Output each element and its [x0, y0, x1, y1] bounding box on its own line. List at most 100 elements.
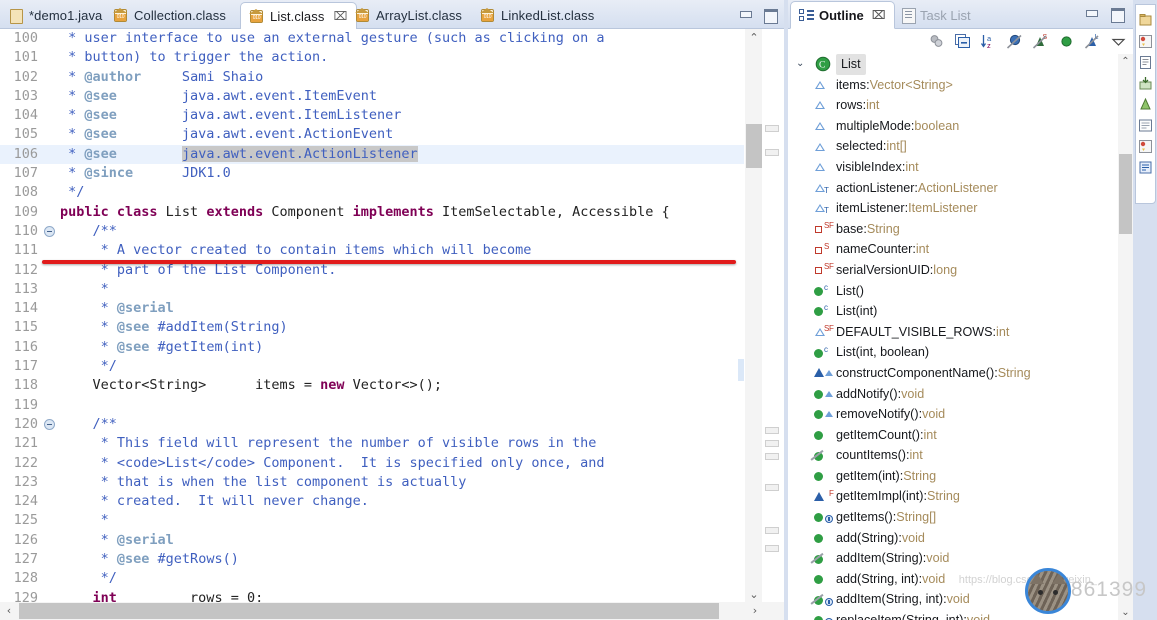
hide-static-members-icon[interactable]: S [1032, 33, 1049, 50]
sort-alphabetically-icon[interactable]: a z [980, 33, 997, 50]
outline-item[interactable]: TactionListener : ActionListener [788, 178, 1133, 199]
code-line[interactable]: 125 * [0, 511, 744, 530]
properties-view-icon[interactable] [1138, 160, 1153, 175]
horizontal-scroll-thumb[interactable] [19, 603, 719, 619]
outline-item[interactable]: replaceItem(String, int) : void [788, 610, 1133, 620]
outline-item[interactable]: S FserialVersionUID : long [788, 260, 1133, 281]
code-line[interactable]: 122 * <code>List</code> Component. It is… [0, 454, 744, 473]
outline-item[interactable]: rows : int [788, 95, 1133, 116]
code-line[interactable]: 105 * @see java.awt.event.ActionEvent [0, 125, 744, 144]
outline-vertical-scrollbar[interactable]: ⌃ ⌄ [1118, 54, 1133, 620]
scroll-down-icon[interactable]: ⌄ [1118, 605, 1133, 620]
outline-item[interactable]: add(String) : void [788, 528, 1133, 549]
collapse-all-icon[interactable] [954, 33, 971, 50]
outline-item[interactable]: S Fbase : String [788, 219, 1133, 240]
outline-item[interactable]: addNotify() : void [788, 384, 1133, 405]
code-line[interactable]: 124 * created. It will never change. [0, 492, 744, 511]
outline-scroll-thumb[interactable] [1119, 154, 1132, 234]
outline-item[interactable]: constructComponentName() : String [788, 363, 1133, 384]
code-line[interactable]: 123 * that is when the list component is… [0, 473, 744, 492]
hide-fields-icon[interactable] [1006, 33, 1023, 50]
outline-item[interactable]: c List(int) [788, 301, 1133, 322]
close-icon[interactable]: ⌧ [872, 8, 886, 22]
maximize-icon[interactable] [763, 8, 778, 24]
outline-item[interactable]: addItem(String, int) : void [788, 589, 1133, 610]
scroll-left-icon[interactable]: ‹ [0, 602, 18, 620]
outline-item[interactable]: TitemListener : ItemListener [788, 198, 1133, 219]
code-line[interactable]: 128 */ [0, 569, 744, 588]
close-icon[interactable]: ⌧ [333, 9, 347, 23]
code-line[interactable]: 100 * user interface to use an external … [0, 29, 744, 48]
package-explorer-icon[interactable] [1138, 13, 1153, 28]
outline-item[interactable]: visibleIndex : int [788, 157, 1133, 178]
editor-tab-collection-class[interactable]: 010 Collection.class [105, 2, 235, 29]
outline-item[interactable]: getItem(int) : String [788, 466, 1133, 487]
outline-item[interactable]: countItems() : int [788, 445, 1133, 466]
code-line[interactable]: 114 * @serial [0, 299, 744, 318]
outline-item[interactable]: SnameCounter : int [788, 239, 1133, 260]
outline-item[interactable]: c List(int, boolean) [788, 342, 1133, 363]
editor-tab-linkedlist-class[interactable]: 010 LinkedList.class [472, 2, 603, 29]
code-line[interactable]: 111 * A vector created to contain items … [0, 241, 744, 260]
outline-item[interactable]: items : Vector<String> [788, 75, 1133, 96]
outline-item[interactable]: multipleMode : boolean [788, 116, 1133, 137]
code-line[interactable]: 113 * [0, 280, 744, 299]
code-line[interactable]: 110 /** [0, 222, 744, 241]
javadoc-view-icon[interactable] [1138, 55, 1153, 70]
scroll-up-icon[interactable]: ⌃ [745, 29, 763, 47]
tab-task-list[interactable]: Task List [894, 1, 979, 29]
outline-item[interactable]: addItem(String) : void [788, 548, 1133, 569]
minimize-icon[interactable] [1084, 7, 1099, 20]
error-log-icon[interactable] [1138, 139, 1153, 154]
overview-ruler[interactable] [762, 29, 782, 604]
outline-item[interactable]: FgetItemImpl(int) : String [788, 486, 1133, 507]
tab-outline[interactable]: Outline ⌧ [790, 1, 895, 29]
code-line[interactable]: 109 public class List extends Component i… [0, 203, 744, 222]
console-view-icon[interactable] [1138, 118, 1153, 133]
focus-on-active-task-icon[interactable] [928, 33, 945, 50]
code-line[interactable]: 115 * @see #addItem(String) [0, 318, 744, 337]
outline-item[interactable]: add(String, int) : void [788, 569, 1133, 590]
vertical-scroll-thumb[interactable] [746, 124, 762, 168]
editor-tab-demo1-java[interactable]: *demo1.java [0, 2, 111, 29]
code-line[interactable]: 119 [0, 396, 744, 415]
hierarchy-view-icon[interactable] [1138, 97, 1153, 112]
editor-tab-arraylist-class[interactable]: 010 ArrayList.class [347, 2, 471, 29]
outline-item[interactable]: selected : int[] [788, 136, 1133, 157]
outline-tree[interactable]: ⌄ C List items : Vector<String> rows : in… [788, 54, 1133, 620]
outline-root-item[interactable]: ⌄ C List [788, 54, 1133, 75]
code-line[interactable]: 127 * @see #getRows() [0, 550, 744, 569]
editor-vertical-scrollbar[interactable]: ⌃ ⌄ [744, 29, 762, 604]
fold-collapse-icon[interactable] [44, 225, 55, 237]
code-line[interactable]: 102 * @author Sami Shaio [0, 68, 744, 87]
code-line[interactable]: 126 * @serial [0, 531, 744, 550]
chevron-down-icon[interactable]: ⌄ [796, 54, 810, 75]
maximize-icon[interactable] [1110, 7, 1125, 23]
scroll-up-icon[interactable]: ⌃ [1118, 54, 1133, 69]
outline-item[interactable]: c List() [788, 281, 1133, 302]
hide-non-public-members-icon[interactable] [1058, 33, 1075, 50]
editor-body[interactable]: 100 * user interface to use an external … [0, 29, 784, 620]
view-menu-icon[interactable] [1110, 33, 1127, 50]
code-line[interactable]: 121 * This field will represent the numb… [0, 434, 744, 453]
code-line[interactable]: 101 * button) to trigger the action. [0, 48, 744, 67]
code-line[interactable]: 106 * @see java.awt.event.ActionListener [0, 144, 744, 165]
declaration-view-icon[interactable] [1138, 76, 1153, 91]
outline-item[interactable]: removeNotify() : void [788, 404, 1133, 425]
minimize-icon[interactable] [738, 8, 753, 21]
problems-view-icon[interactable] [1138, 34, 1153, 49]
hide-local-types-icon[interactable]: L [1084, 33, 1101, 50]
code-line[interactable]: 107 * @since JDK1.0 [0, 164, 744, 183]
code-line[interactable]: 120 /** [0, 415, 744, 434]
fold-collapse-icon[interactable] [44, 418, 55, 430]
code-line[interactable]: 103 * @see java.awt.event.ItemEvent [0, 87, 744, 106]
code-line[interactable]: 118 Vector<String> items = new Vector<>(… [0, 376, 744, 395]
editor-horizontal-scrollbar[interactable]: ‹ › [0, 602, 784, 620]
code-line[interactable]: 116 * @see #getItem(int) [0, 338, 744, 357]
code-line[interactable]: 108 */ [0, 183, 744, 202]
code-line[interactable]: 104 * @see java.awt.event.ItemListener [0, 106, 744, 125]
editor-tab-list-class[interactable]: 010 List.class ⌧ [240, 2, 358, 30]
code-area[interactable]: 100 * user interface to use an external … [0, 29, 744, 620]
outline-item[interactable]: getItems() : String[] [788, 507, 1133, 528]
outline-item[interactable]: S F DEFAULT_VISIBLE_ROWS : int [788, 322, 1133, 343]
